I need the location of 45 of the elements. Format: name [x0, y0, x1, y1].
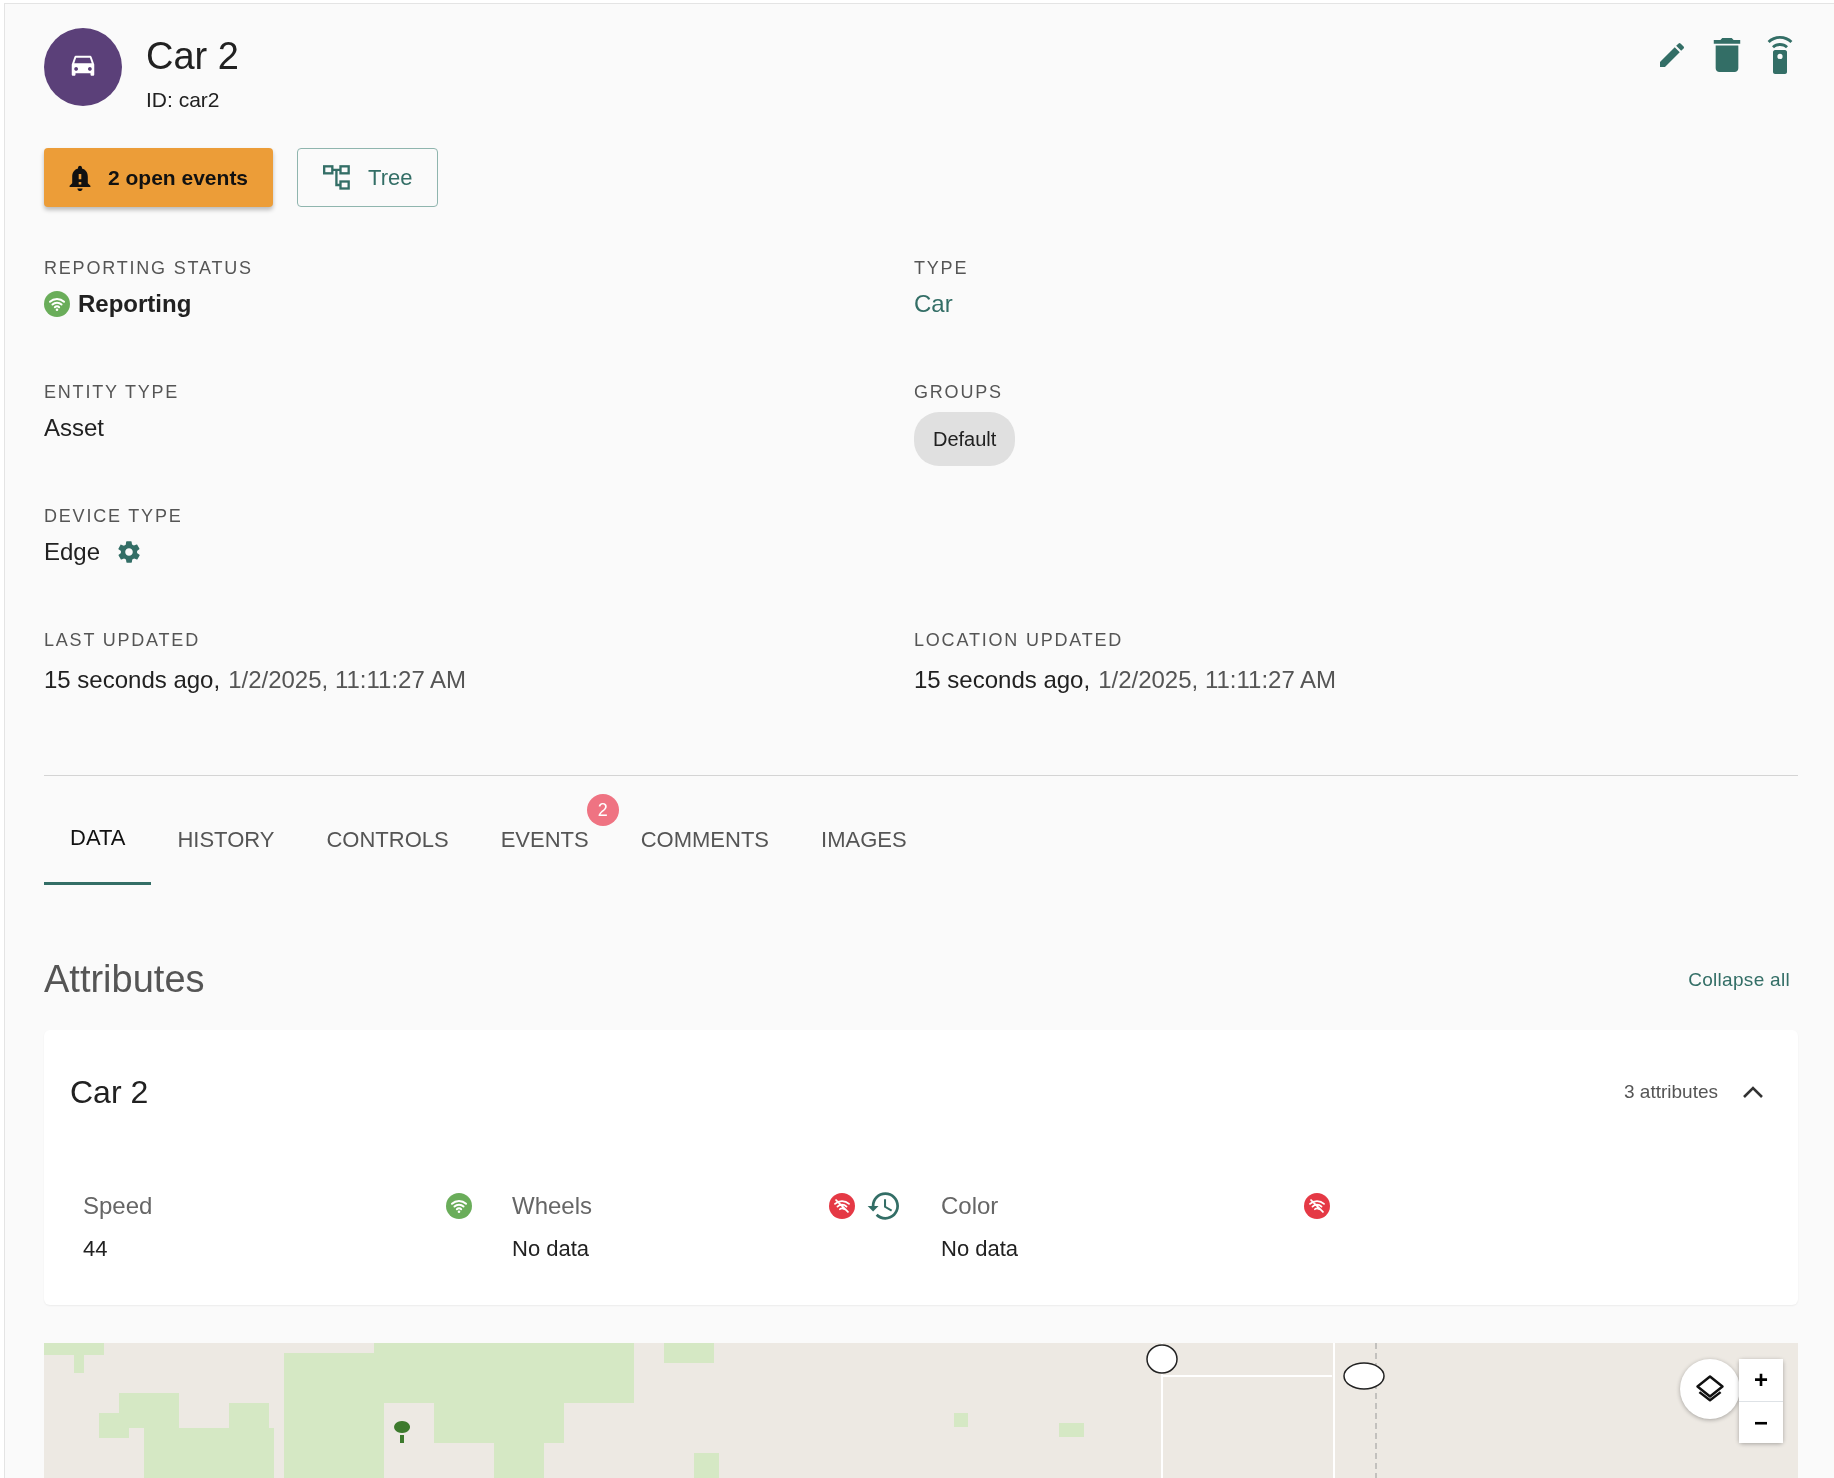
- attribute-value: No data: [941, 1235, 1020, 1264]
- open-events-button[interactable]: 2 open events: [44, 148, 274, 208]
- tab[interactable]: HISTORY: [151, 784, 301, 886]
- count-badge: 2: [586, 794, 619, 827]
- field-label: TYPE: [914, 257, 970, 281]
- remote-icon[interactable]: [1766, 36, 1794, 74]
- field-label: GROUPS: [914, 381, 1004, 405]
- field-value: Edge: [44, 537, 101, 568]
- group-chip[interactable]: Default: [914, 412, 1016, 467]
- field-value: Asset: [44, 413, 105, 444]
- settings-icon[interactable]: [116, 539, 143, 566]
- entity-title: Car 2: [146, 36, 240, 78]
- entity-id: ID: car2: [146, 86, 221, 113]
- collapse-all-link[interactable]: Collapse all: [1688, 965, 1790, 995]
- zoom-out-button[interactable]: −: [1739, 1401, 1783, 1444]
- section-heading: Attributes: [44, 957, 205, 1003]
- chevron-up-icon[interactable]: [1742, 1085, 1764, 1100]
- field-label: DEVICE TYPE: [44, 505, 184, 529]
- attribute-value: No data: [512, 1235, 591, 1264]
- field-value: Reporting: [78, 289, 192, 320]
- timestamp: 1/2/2025, 11:11:27 AM: [228, 665, 467, 696]
- field-label: ENTITY TYPE: [44, 381, 181, 405]
- history-icon[interactable]: [867, 1191, 901, 1222]
- tree-icon: [323, 164, 352, 191]
- relative-time: 15 seconds ago,: [44, 665, 221, 696]
- bell-alert-icon: [69, 164, 91, 191]
- card-title: Car 2: [70, 1073, 150, 1113]
- delete-icon[interactable]: [1712, 38, 1742, 72]
- tab[interactable]: DATA: [44, 784, 152, 886]
- zoom-in-button[interactable]: +: [1739, 1359, 1783, 1402]
- field-label: LOCATION UPDATED: [914, 629, 1125, 653]
- tree-button[interactable]: Tree: [297, 148, 439, 208]
- attribute-value: 44: [83, 1235, 109, 1264]
- attribute-count: 3 attributes: [1624, 1080, 1718, 1105]
- field-label: LAST UPDATED: [44, 629, 201, 653]
- relative-time: 15 seconds ago,: [914, 665, 1091, 696]
- type-link[interactable]: Car: [914, 286, 953, 323]
- tab[interactable]: IMAGES: [795, 784, 933, 886]
- attribute-name: Color: [941, 1191, 1000, 1222]
- tab[interactable]: CONTROLS: [300, 784, 475, 886]
- wifi-status-icon: [44, 291, 70, 318]
- timestamp: 1/2/2025, 11:11:27 AM: [1098, 665, 1337, 696]
- attribute-name: Speed: [83, 1191, 154, 1222]
- attribute-name: Wheels: [512, 1191, 594, 1222]
- field-label: REPORTING STATUS: [44, 257, 254, 281]
